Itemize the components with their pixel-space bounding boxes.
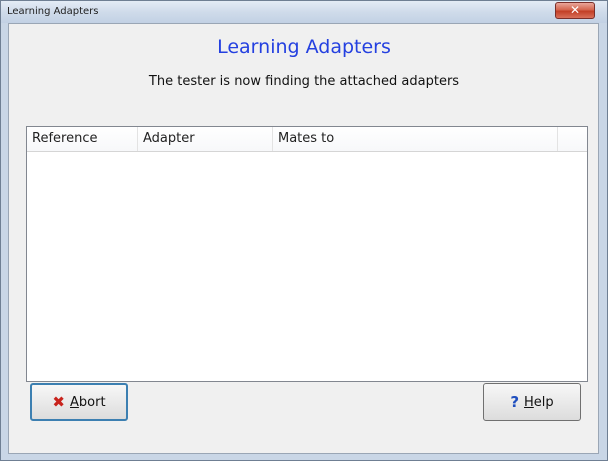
dialog-heading: Learning Adapters (217, 36, 391, 58)
list-header: Reference Adapter Mates to (27, 127, 587, 152)
close-icon: ✕ (569, 3, 581, 17)
adapter-list[interactable]: Reference Adapter Mates to (26, 126, 588, 382)
dialog-window: Learning Adapters ✕ Learning Adapters Th… (0, 0, 608, 461)
help-button-label: Help (524, 394, 554, 410)
abort-button[interactable]: ✖ Abort (30, 383, 128, 421)
column-header-mates-to[interactable]: Mates to (273, 127, 558, 151)
column-header-empty[interactable] (558, 127, 587, 151)
column-header-adapter[interactable]: Adapter (138, 127, 273, 151)
question-icon: ? (510, 393, 520, 411)
column-header-reference[interactable]: Reference (27, 127, 138, 151)
dialog-subheading: The tester is now finding the attached a… (148, 74, 460, 89)
window-title: Learning Adapters (7, 6, 99, 17)
help-button[interactable]: ? Help (483, 383, 581, 421)
x-icon: ✖ (52, 393, 65, 411)
abort-button-label: Abort (70, 394, 106, 410)
title-bar[interactable]: Learning Adapters ✕ (1, 1, 607, 23)
close-button[interactable]: ✕ (555, 2, 595, 19)
